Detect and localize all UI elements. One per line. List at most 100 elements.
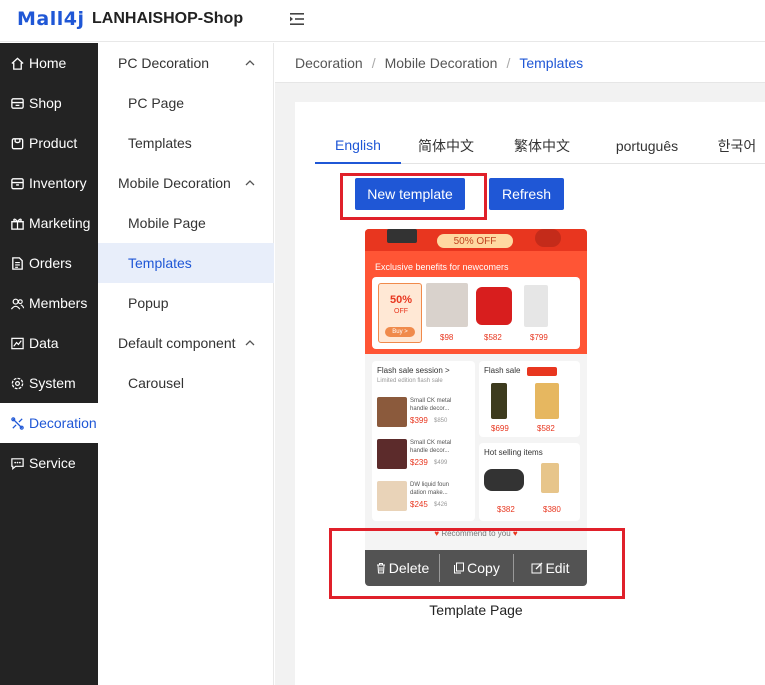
main-content: Decoration / Mobile Decoration / Templat… xyxy=(275,43,765,685)
members-icon xyxy=(10,298,25,310)
sidebar-item-system[interactable]: System xyxy=(0,363,98,403)
subnav-item-mobile-page[interactable]: Mobile Page xyxy=(98,203,274,243)
breadcrumb-item-mobile-decoration[interactable]: Mobile Decoration xyxy=(385,55,498,71)
preview-image xyxy=(535,229,561,247)
flash-session-title: Flash sale session > xyxy=(377,366,450,375)
sidebar-item-members[interactable]: Members xyxy=(0,283,98,323)
sidebar-item-marketing[interactable]: Marketing xyxy=(0,203,98,243)
edit-icon xyxy=(531,562,543,574)
sidebar-item-product[interactable]: Product xyxy=(0,123,98,163)
sidebar-item-shop[interactable]: Shop xyxy=(0,83,98,123)
sidebar-item-decoration[interactable]: Decoration xyxy=(0,403,98,443)
preview-banner: 50% OFF Exclusive benefits for newcomers… xyxy=(365,229,587,354)
coupon-off: OFF xyxy=(394,308,408,315)
tab-traditional-chinese[interactable]: 繁体中文 xyxy=(497,127,587,164)
hot-price: $380 xyxy=(543,505,561,514)
tab-portuguese[interactable]: português xyxy=(597,127,697,164)
sidebar-item-label: Members xyxy=(29,295,88,311)
countdown-badge xyxy=(527,367,557,376)
delete-button[interactable]: Delete xyxy=(365,550,439,586)
template-caption: Template Page xyxy=(429,602,523,618)
subnav-item-popup[interactable]: Popup xyxy=(98,283,274,323)
edit-button[interactable]: Edit xyxy=(514,550,587,586)
sidebar-item-label: Service xyxy=(29,455,76,471)
preview-image xyxy=(484,469,524,491)
templates-card: English 简体中文 繁体中文 português 한국어 New temp… xyxy=(295,102,765,685)
product-icon xyxy=(11,137,24,149)
flash-item-name: handle decor... xyxy=(410,448,450,454)
subnav-item-pc-templates[interactable]: Templates xyxy=(98,123,274,163)
newcomer-box: 50% OFF Buy > $98 $582 $799 xyxy=(372,277,580,349)
breadcrumb-separator: / xyxy=(371,54,376,71)
subnav-group-mobile-decoration[interactable]: Mobile Decoration xyxy=(98,163,274,203)
recommend-text: ♥ Recommend to you ♥ xyxy=(365,529,587,538)
sidebar-item-label: Data xyxy=(29,335,59,351)
sub-sidebar: PC Decoration PC Page Templates Mobile D… xyxy=(98,43,274,685)
shop-name: LANHAISHOP-Shop xyxy=(92,10,244,27)
preview-image xyxy=(377,439,407,469)
chat-icon xyxy=(11,457,24,470)
flash-item-orig: $499 xyxy=(434,460,448,466)
flash-sale-price: $699 xyxy=(491,424,509,433)
sidebar-item-data[interactable]: Data xyxy=(0,323,98,363)
flash-sale-box: Flash sale $699 $582 xyxy=(479,361,580,437)
coupon-percent: 50% xyxy=(389,294,413,306)
sidebar-item-label: Orders xyxy=(29,255,72,271)
flash-item-name: handle decor... xyxy=(410,406,450,412)
tab-english[interactable]: English xyxy=(315,127,401,164)
brand-logo[interactable]: Mall4j xyxy=(17,8,85,30)
orders-icon xyxy=(12,256,23,270)
app-root: Mall4j LANHAISHOP-Shop Home Shop Product… xyxy=(0,0,765,685)
preview-price: $799 xyxy=(530,333,548,342)
template-preview[interactable]: 50% OFF Exclusive benefits for newcomers… xyxy=(365,229,587,586)
flash-item-orig: $426 xyxy=(434,502,448,508)
inventory-icon xyxy=(11,177,24,189)
flash-item-name: dation make... xyxy=(410,490,448,496)
main-sidebar: Home Shop Product Inventory Marketing Or… xyxy=(0,43,98,685)
flash-sale-title: Flash sale xyxy=(484,366,521,375)
subnav-group-pc-decoration[interactable]: PC Decoration xyxy=(98,43,274,83)
language-tabs: English 简体中文 繁体中文 português 한국어 xyxy=(315,127,765,164)
preview-image xyxy=(426,283,468,327)
sidebar-item-inventory[interactable]: Inventory xyxy=(0,163,98,203)
breadcrumb-item-templates: Templates xyxy=(519,54,584,71)
subnav-item-pc-page[interactable]: PC Page xyxy=(98,83,274,123)
sidebar-item-home[interactable]: Home xyxy=(0,43,98,83)
breadcrumb-separator: / xyxy=(506,54,511,71)
flash-item-price: $239 xyxy=(410,458,428,467)
copy-button[interactable]: Copy xyxy=(440,550,513,586)
preview-image xyxy=(387,229,417,243)
hot-selling-box: Hot selling items $382 $380 xyxy=(479,443,580,521)
subnav-group-default-component[interactable]: Default component xyxy=(98,323,274,363)
sidebar-item-service[interactable]: Service xyxy=(0,443,98,483)
menu-fold-icon[interactable] xyxy=(287,9,307,29)
preview-image xyxy=(377,397,407,427)
edit-label: Edit xyxy=(545,560,570,576)
heart-icon: ♥ xyxy=(512,529,518,538)
copy-icon xyxy=(454,562,465,574)
new-template-button[interactable]: New template xyxy=(355,178,465,210)
breadcrumb-item-decoration[interactable]: Decoration xyxy=(295,55,363,71)
tab-simplified-chinese[interactable]: 简体中文 xyxy=(401,127,491,164)
sidebar-item-orders[interactable]: Orders xyxy=(0,243,98,283)
decoration-icon xyxy=(11,416,24,430)
tab-korean[interactable]: 한국어 xyxy=(707,127,765,164)
preview-image xyxy=(476,287,512,325)
preview-image xyxy=(377,481,407,511)
flash-item-name: Small CK metal xyxy=(410,398,452,404)
coupon-buy: Buy > xyxy=(385,327,415,337)
hot-price: $382 xyxy=(497,505,515,514)
template-action-bar: Delete Copy Edit xyxy=(365,550,587,586)
trash-icon xyxy=(376,563,385,574)
subnav-group-label: PC Decoration xyxy=(118,55,210,71)
flash-item-name: DW liquid foun xyxy=(410,482,450,488)
delete-label: Delete xyxy=(388,560,430,576)
subnav-item-mobile-templates[interactable]: Templates xyxy=(98,243,274,283)
subnav-item-carousel[interactable]: Carousel xyxy=(98,363,274,403)
heart-icon: ♥ xyxy=(434,529,440,538)
refresh-button[interactable]: Refresh xyxy=(489,178,564,210)
top-header: Mall4j LANHAISHOP-Shop xyxy=(0,0,765,42)
exclusive-text: Exclusive benefits for newcomers xyxy=(375,262,509,272)
sidebar-item-label: Home xyxy=(29,55,67,71)
preview-image xyxy=(535,383,559,419)
